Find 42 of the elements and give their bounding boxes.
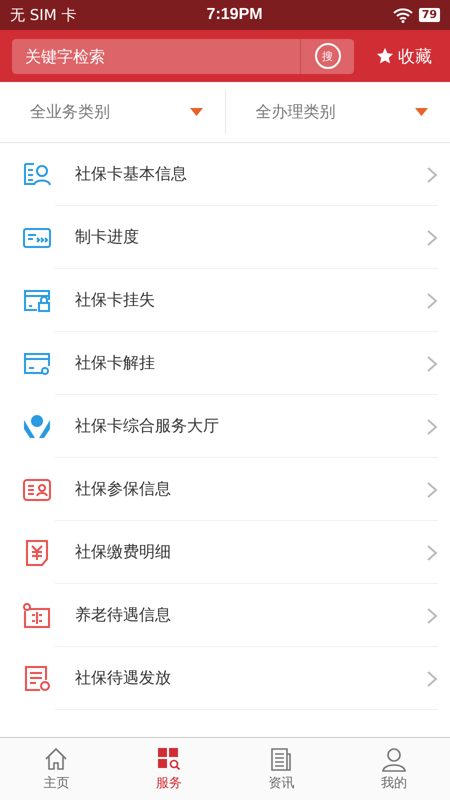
caret-icon xyxy=(415,108,428,116)
service-item[interactable]: 社保卡解挂 xyxy=(0,332,450,395)
service-label: 社保卡综合服务大厅 xyxy=(75,416,220,437)
service-label: 社保参保信息 xyxy=(75,479,172,500)
wifi-icon xyxy=(392,8,413,22)
service-label: 社保卡挂失 xyxy=(75,290,156,311)
chevron-icon xyxy=(426,228,438,246)
chevron-icon xyxy=(426,606,438,624)
favorites-button[interactable]: 收藏 xyxy=(364,44,438,68)
service-label: 社保缴费明细 xyxy=(75,542,172,563)
chevron-icon xyxy=(426,544,438,562)
tab-item[interactable]: 资讯 xyxy=(225,738,338,800)
carrier-text: 无 SIM 卡 xyxy=(10,6,76,24)
chevron-icon xyxy=(426,418,438,436)
service-item[interactable]: 社保待遇发放 xyxy=(0,647,450,710)
service-label: 养老待遇信息 xyxy=(75,605,172,626)
status-time: 7:19PM xyxy=(206,6,263,24)
service-item[interactable]: 养老待遇信息 xyxy=(0,584,450,647)
service-label: 社保卡解挂 xyxy=(75,353,156,374)
service-item[interactable]: 社保卡基本信息 xyxy=(0,143,450,206)
service-label: 社保待遇发放 xyxy=(75,668,172,689)
chevron-icon xyxy=(426,166,438,184)
house-icon xyxy=(43,746,70,772)
service-item[interactable]: 社保参保信息 xyxy=(0,458,450,521)
service-item[interactable]: 社保缴费明细 xyxy=(0,521,450,584)
service-item[interactable]: 制卡进度 xyxy=(0,206,450,269)
service-item[interactable]: 社保卡综合服务大厅 xyxy=(0,395,450,458)
chevron-icon xyxy=(426,354,438,372)
star-icon xyxy=(376,47,394,65)
tab-item[interactable]: 主页 xyxy=(0,738,112,800)
grid-search-icon xyxy=(156,746,182,772)
battery-level: 79 xyxy=(418,8,440,22)
tab-item[interactable]: 我的 xyxy=(338,738,450,800)
chevron-icon xyxy=(426,670,438,688)
caret-icon xyxy=(190,108,202,116)
chevron-icon xyxy=(426,480,438,498)
tab-item[interactable]: 服务 xyxy=(112,738,225,800)
service-label: 制卡进度 xyxy=(75,227,140,248)
person-icon xyxy=(380,746,407,772)
chevron-icon xyxy=(426,292,438,310)
service-label: 社保卡基本信息 xyxy=(75,164,188,185)
service-item[interactable]: 社保卡挂失 xyxy=(0,269,450,332)
